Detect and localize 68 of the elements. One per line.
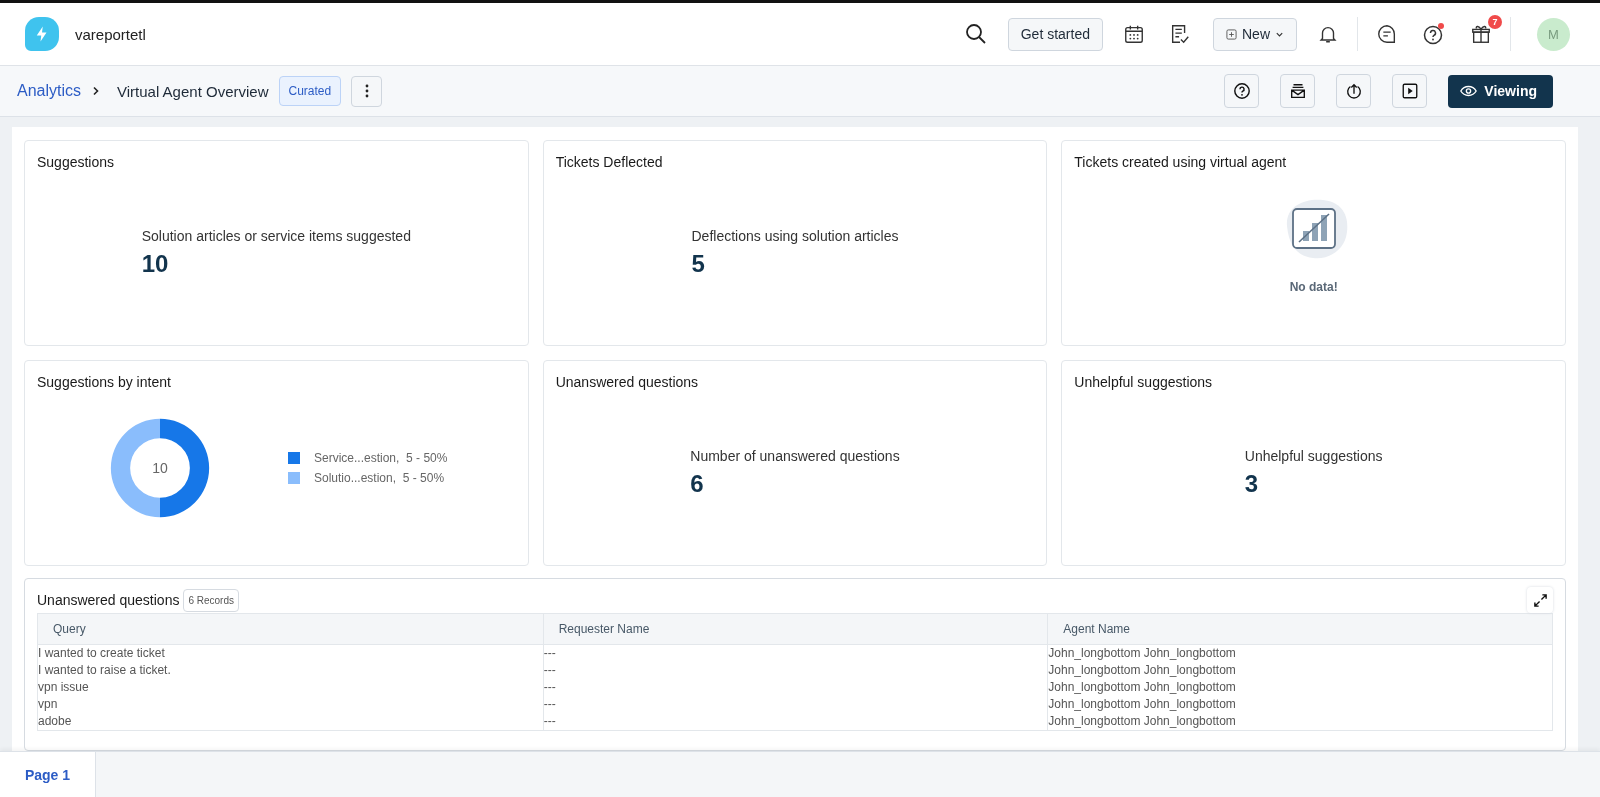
- metric-value: 6: [690, 470, 704, 498]
- upload-icon: [1344, 82, 1363, 100]
- curated-tag: Curated: [278, 76, 342, 106]
- legend-label: Solutio...estion, 5 - 50%: [314, 471, 445, 485]
- table-cell-text: vpn: [38, 696, 59, 713]
- table-cell: John_longbottom John_longbottom: [1047, 662, 1552, 679]
- table-cell: ---: [542, 679, 1048, 696]
- table-cell-text: adobe: [38, 713, 73, 730]
- page-tab[interactable]: Page 1: [0, 752, 96, 797]
- legend-label: Service...estion, 5 - 50%: [314, 451, 448, 465]
- metric-label: Unhelpful suggestions: [1244, 448, 1383, 464]
- table-cell: John_longbottom John_longbottom: [1047, 645, 1552, 662]
- widget-title: Tickets Deflected: [555, 154, 664, 170]
- metric-label: Deflections using solution articles: [691, 228, 899, 244]
- chat-icon[interactable]: [1376, 23, 1398, 45]
- metric-value: 5: [691, 250, 705, 278]
- inbox-icon: [1288, 82, 1307, 100]
- metric-value: 10: [141, 250, 169, 278]
- get-started-button[interactable]: Get started: [1007, 17, 1103, 51]
- eye-icon: [1460, 85, 1478, 97]
- metric-value: 3: [1244, 470, 1259, 498]
- notification-badge: 7: [1488, 15, 1502, 29]
- inbox-button[interactable]: [1280, 74, 1316, 108]
- table-cell: John_longbottom John_longbottom: [1047, 713, 1552, 730]
- table-cell-text: I wanted to create ticket: [38, 645, 166, 662]
- metric-label: Solution articles or service items suggested: [141, 228, 411, 244]
- table-cell: John_longbottom John_longbottom: [1047, 696, 1552, 713]
- table-cell: ---: [542, 713, 1048, 730]
- records-badge: 6 Records: [183, 588, 239, 612]
- table-title: Unanswered questions: [37, 592, 180, 608]
- play-icon: [1400, 82, 1419, 100]
- table-cell: John_longbottom John_longbottom: [1047, 679, 1552, 696]
- new-button[interactable]: New: [1213, 17, 1297, 51]
- calendar-icon[interactable]: [1123, 23, 1145, 45]
- donut-total: 10: [152, 460, 168, 476]
- expand-icon: [1532, 592, 1548, 608]
- help-icon: [1232, 82, 1251, 100]
- widget-title: Unanswered questions: [555, 374, 700, 390]
- dashboard-title: Virtual Agent Overview: [117, 82, 269, 100]
- column-header: Requester Name: [542, 614, 1048, 644]
- legend-swatch: [288, 472, 300, 484]
- widget-title: Tickets created using virtual agent: [1074, 154, 1288, 170]
- workspace-name: vareportetl: [75, 25, 146, 43]
- metric-label: Number of unanswered questions: [690, 448, 900, 464]
- table-cell-text: vpn issue: [38, 679, 90, 696]
- table-cell: ---: [542, 696, 1048, 713]
- viewing-button[interactable]: Viewing: [1448, 74, 1553, 108]
- expand-button[interactable]: [1527, 587, 1553, 613]
- checklist-icon[interactable]: [1169, 23, 1191, 45]
- share-button[interactable]: [1336, 74, 1372, 108]
- play-button[interactable]: [1392, 74, 1428, 108]
- breadcrumb-link[interactable]: Analytics: [17, 82, 82, 100]
- column-header: Agent Name: [1047, 614, 1552, 644]
- help-icon[interactable]: [1422, 22, 1446, 46]
- kebab-icon: [364, 83, 369, 99]
- table-cell: ---: [542, 662, 1048, 679]
- column-header: Query: [52, 621, 87, 638]
- legend-swatch: [288, 452, 300, 464]
- widget-title: Suggestions: [37, 154, 116, 170]
- gift-icon[interactable]: [1470, 23, 1492, 45]
- table-cell: ---: [542, 645, 1048, 662]
- widget-title: Unhelpful suggestions: [1074, 374, 1214, 390]
- no-data-message: No data!: [1289, 280, 1338, 294]
- plus-square-icon: [1226, 28, 1237, 40]
- search-icon[interactable]: [963, 22, 988, 46]
- help-button[interactable]: [1224, 74, 1260, 108]
- table-cell-text: I wanted to raise a ticket.: [38, 662, 172, 679]
- widget-title: Suggestions by intent: [37, 374, 172, 390]
